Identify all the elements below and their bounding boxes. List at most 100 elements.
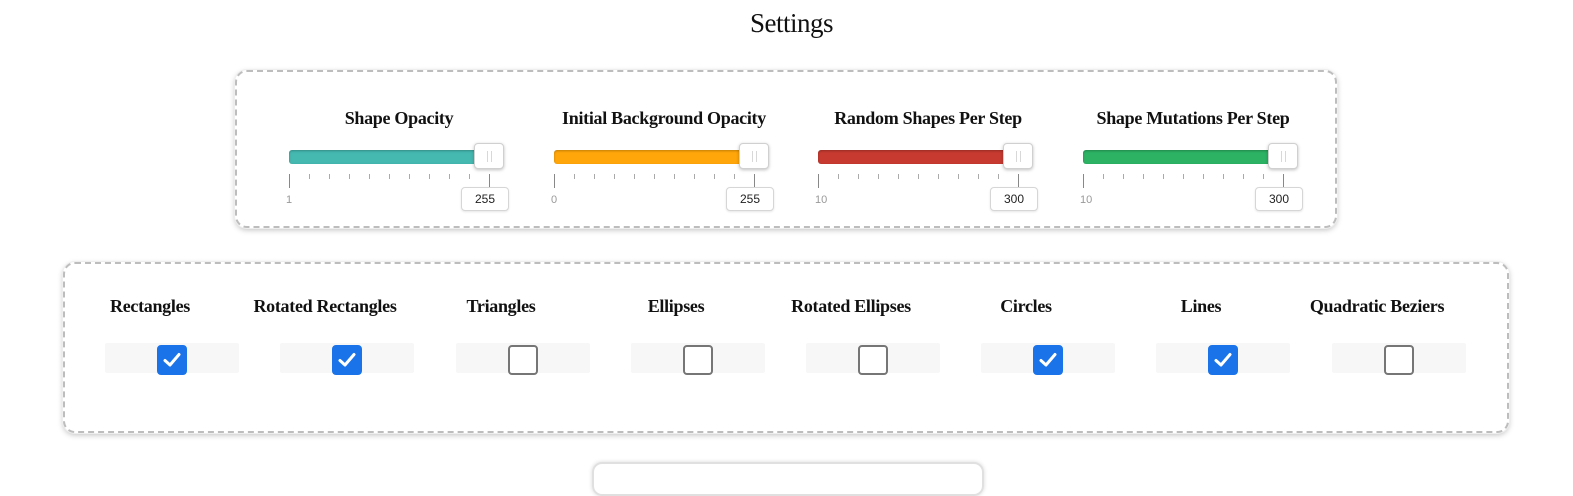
slider-track[interactable]: [1083, 150, 1283, 164]
rotated-ellipses-checkbox[interactable]: [858, 345, 888, 375]
slider-handle[interactable]: [739, 143, 769, 169]
slider-tick: [1163, 174, 1164, 179]
checkmark-icon: [338, 353, 356, 367]
slider-initial-background-opacity: Initial Background Opacity 0 255: [551, 72, 784, 226]
circles-checkbox[interactable]: [1033, 345, 1063, 375]
shape-option-rotated-ellipses: Rotated Ellipses: [766, 264, 940, 431]
slider-tick: [1123, 174, 1124, 179]
slider-tick: [858, 174, 859, 179]
slider-random-shapes-per-step: Random Shapes Per Step 10 300: [815, 72, 1048, 226]
slider-tick: [289, 174, 290, 188]
slider-tick: [614, 174, 615, 179]
slider-handle[interactable]: [1268, 143, 1298, 169]
shape-option-rectangles: Rectangles: [65, 264, 239, 431]
checkmark-icon: [163, 353, 181, 367]
slider-tick: [1143, 174, 1144, 179]
slider-scale: [1083, 174, 1284, 190]
slider-tick: [634, 174, 635, 179]
slider-track[interactable]: [554, 150, 754, 164]
checkbox-container: [105, 343, 239, 375]
slider-tick: [369, 174, 370, 179]
slider-tick: [489, 174, 490, 188]
checkbox-container: [456, 343, 590, 375]
slider-tick: [938, 174, 939, 179]
slider-tick: [329, 174, 330, 179]
slider-min-label: 0: [551, 194, 558, 206]
slider-scale: [818, 174, 1019, 190]
slider-min-label: 10: [815, 194, 828, 206]
slider-tick: [409, 174, 410, 179]
slider-max-value: 255: [726, 187, 774, 211]
slider-min-label: 1: [286, 194, 293, 206]
shape-option-rotated-rectangles: Rotated Rectangles: [240, 264, 414, 431]
slider-tick: [978, 174, 979, 179]
slider-handle[interactable]: [474, 143, 504, 169]
shape-option-circles: Circles: [941, 264, 1115, 431]
slider-handle[interactable]: [1003, 143, 1033, 169]
rectangles-checkbox[interactable]: [157, 345, 187, 375]
shape-option-quadratic-beziers: Quadratic Beziers: [1292, 264, 1466, 431]
lines-checkbox[interactable]: [1208, 345, 1238, 375]
slider-tick: [1018, 174, 1019, 188]
next-panel-edge: [592, 462, 984, 496]
slider-tick: [469, 174, 470, 179]
checkbox-container: [631, 343, 765, 375]
slider-tick: [998, 174, 999, 179]
ellipses-checkbox[interactable]: [683, 345, 713, 375]
checkbox-container: [1332, 343, 1466, 375]
slider-tick: [838, 174, 839, 179]
checkbox-container: [981, 343, 1115, 375]
slider-tick: [1103, 174, 1104, 179]
shape-option-lines: Lines: [1116, 264, 1290, 431]
slider-max-value: 300: [1255, 187, 1303, 211]
shape-label: Quadratic Beziers: [1309, 296, 1445, 316]
checkbox-container: [806, 343, 940, 375]
slider-tick: [958, 174, 959, 179]
slider-tick: [714, 174, 715, 179]
checkbox-container: [1156, 343, 1290, 375]
slider-tick: [594, 174, 595, 179]
slider-tick: [734, 174, 735, 179]
slider-shape-mutations-per-step: Shape Mutations Per Step 10 300: [1080, 72, 1313, 226]
slider-track[interactable]: [289, 150, 489, 164]
checkmark-icon: [1039, 353, 1057, 367]
slider-scale: [289, 174, 490, 190]
slider-settings-panel: Shape Opacity 1 255 Initial Background O…: [235, 70, 1337, 228]
slider-scale: [554, 174, 755, 190]
slider-max-value: 300: [990, 187, 1038, 211]
slider-tick: [674, 174, 675, 179]
slider-tick: [389, 174, 390, 179]
slider-tick: [1263, 174, 1264, 179]
slider-tick: [898, 174, 899, 179]
slider-tick: [1203, 174, 1204, 179]
slider-tick: [429, 174, 430, 179]
slider-tick: [878, 174, 879, 179]
slider-tick: [1223, 174, 1224, 179]
slider-tick: [309, 174, 310, 179]
page-title: Settings: [749, 8, 834, 38]
slider-label: Initial Background Opacity: [562, 108, 766, 128]
slider-tick: [694, 174, 695, 179]
slider-shape-opacity: Shape Opacity 1 255: [286, 72, 519, 226]
slider-max-value: 255: [461, 187, 509, 211]
slider-tick: [654, 174, 655, 179]
shape-types-panel: Rectangles Rotated Rectangles Triangles …: [63, 262, 1509, 433]
slider-track[interactable]: [818, 150, 1018, 164]
slider-label: Random Shapes Per Step: [834, 108, 1022, 128]
rotated-rectangles-checkbox[interactable]: [332, 345, 362, 375]
slider-label: Shape Opacity: [344, 108, 454, 128]
slider-tick: [1283, 174, 1284, 188]
slider-label: Shape Mutations Per Step: [1096, 108, 1290, 128]
slider-tick: [754, 174, 755, 188]
shape-option-triangles: Triangles: [416, 264, 590, 431]
slider-tick: [554, 174, 555, 188]
slider-min-label: 10: [1080, 194, 1093, 206]
checkbox-container: [280, 343, 414, 375]
triangles-checkbox[interactable]: [508, 345, 538, 375]
slider-tick: [818, 174, 819, 188]
shape-option-ellipses: Ellipses: [591, 264, 765, 431]
checkmark-icon: [1214, 353, 1232, 367]
quadratic-beziers-checkbox[interactable]: [1384, 345, 1414, 375]
slider-tick: [1083, 174, 1084, 188]
slider-tick: [574, 174, 575, 179]
